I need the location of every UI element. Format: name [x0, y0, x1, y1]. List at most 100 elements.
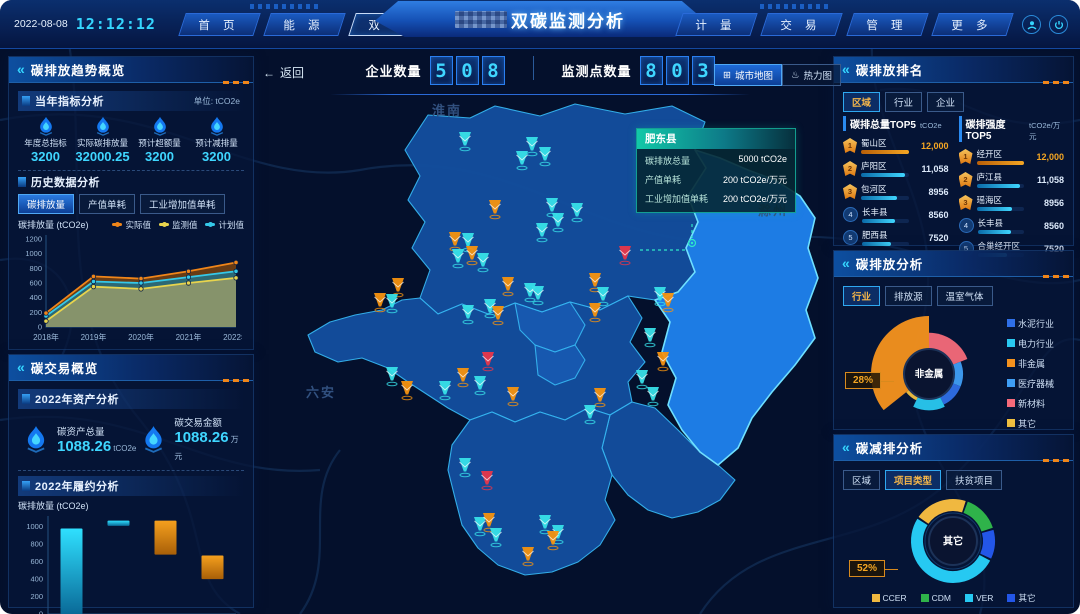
asset-metric-text: 碳交易金额1088.26万元	[174, 415, 244, 463]
legend-marker	[1007, 399, 1015, 407]
map-pin-cyan[interactable]	[386, 367, 398, 386]
nav-item-1[interactable]: 能 源	[263, 13, 346, 36]
ranking-row-mid: 经开区	[977, 148, 1025, 165]
tab-2[interactable]: 扶贫项目	[946, 470, 1002, 490]
emission-callout: 28%	[845, 372, 881, 389]
tab-2[interactable]: 温室气体	[937, 286, 993, 306]
ranking-name: 长丰县	[978, 217, 1025, 229]
legend-label: 其它	[1018, 592, 1035, 604]
censored-logo-block	[455, 11, 507, 28]
map-pin-cyan[interactable]	[644, 328, 656, 347]
legend-marker	[965, 594, 973, 602]
tab-2[interactable]: 工业增加值单耗	[140, 194, 225, 214]
legend-label: 实际值	[125, 219, 151, 231]
svg-text:2018年: 2018年	[33, 332, 59, 342]
ranking-column-header: 碳排总量TOP5tCO2e	[843, 116, 949, 131]
tooltip-row-value: 5000 tCO2e	[738, 154, 787, 167]
tab-0[interactable]: 行业	[843, 286, 880, 306]
ranking-row[interactable]: 2庐江县11,058	[959, 168, 1065, 191]
metric-card: 预计减排量3200	[189, 116, 244, 164]
ranking-row[interactable]: 4长丰县8560	[843, 203, 949, 226]
tab-2[interactable]: 企业	[927, 92, 964, 112]
tab-1[interactable]: 行业	[885, 92, 922, 112]
header-time: 12:12:12	[76, 15, 156, 33]
ranking-row[interactable]: 5肥西县7520	[843, 226, 949, 249]
map-pin-orange[interactable]	[401, 381, 413, 400]
double-chevron-icon: «	[842, 440, 850, 454]
ranking-row-mid: 长丰县	[978, 217, 1025, 234]
power-icon[interactable]	[1049, 15, 1068, 34]
tooltip-row-value: 200 tCO2e/万元	[723, 192, 787, 205]
svg-text:非金属: 非金属	[915, 368, 944, 380]
ranking-title: 碳排强度TOP5	[959, 116, 1026, 142]
tooltip-row: 工业增加值单耗200 tCO2e/万元	[645, 192, 787, 205]
tooltip-row-value: 200 tCO2e/万元	[723, 173, 787, 186]
tab-0[interactable]: 区域	[843, 92, 880, 112]
y-axis-label: 碳排放量 (tCO2e)	[18, 218, 89, 231]
map-pin-cyan[interactable]	[636, 370, 648, 389]
ranking-row[interactable]: 3包河区8956	[843, 180, 949, 203]
ranking-bar	[977, 207, 1013, 211]
reduction-tabs: 区域项目类型扶贫项目	[843, 470, 1064, 490]
ranking-bar	[977, 161, 1025, 165]
asset-metric-unit: tCO2e	[113, 444, 136, 453]
ranking-row[interactable]: 3瑶海区8956	[959, 191, 1065, 214]
ranking-value: 11,058	[913, 164, 949, 174]
ranking-row[interactable]: 2庐阳区11,058	[843, 157, 949, 180]
emission-tabs: 行业排放源温室气体	[843, 286, 1064, 306]
section-bullet-icon	[22, 96, 30, 106]
map-city-label: 六安	[306, 382, 336, 401]
medal-badge-icon: 1	[959, 149, 973, 164]
svg-text:800: 800	[30, 540, 43, 549]
legend-marker	[1007, 339, 1015, 347]
map-mode-heat[interactable]: ♨热力图	[782, 64, 841, 86]
tab-1[interactable]: 项目类型	[885, 470, 941, 490]
nav-item-2[interactable]: 管 理	[846, 13, 929, 36]
history-line-chart: 0200400600800100012002018年2019年2020年2021…	[18, 231, 242, 353]
nav-item-0[interactable]: 首 页	[178, 13, 261, 36]
ranking-row-mid: 庐江县	[977, 171, 1025, 188]
map-mode-city[interactable]: ⊞城市地图	[714, 64, 782, 86]
y-axis-label: 碳排放量 (tCO2e)	[18, 499, 89, 512]
panel-header: « 碳排放趋势概览	[9, 57, 253, 83]
map-pin-orange[interactable]	[392, 278, 404, 297]
tab-1[interactable]: 产值单耗	[79, 194, 135, 214]
map-city-label: 淮南	[432, 100, 462, 119]
legend-item: 计划值	[205, 219, 244, 231]
ranking-row[interactable]: 1经开区12,000	[959, 145, 1065, 168]
district-tooltip: 肥东县 碳排放总量5000 tCO2e产值单耗200 tCO2e/万元工业增加值…	[636, 128, 796, 213]
svg-text:2020年: 2020年	[128, 332, 154, 342]
ranking-row[interactable]: 4长丰县8560	[959, 214, 1065, 237]
ranking-name: 包河区	[861, 183, 909, 195]
nav-item-0[interactable]: 计 量	[675, 13, 758, 36]
double-chevron-icon: «	[17, 62, 25, 76]
line-chart-legend: 实际值监测值计划值	[112, 219, 244, 231]
legend-marker	[112, 223, 122, 226]
map-pin-orange[interactable]	[374, 293, 386, 312]
svg-text:1200: 1200	[25, 235, 42, 244]
ranking-row[interactable]: 1蜀山区12,000	[843, 134, 949, 157]
ranking-unit: tCO2e	[920, 121, 942, 130]
dashboard-root: 淮南六安滁州 2022-08-08 12:12:12 首 页能 源双 碳设 备 …	[0, 0, 1080, 614]
nav-item-3[interactable]: 更 多	[931, 13, 1014, 36]
user-icon[interactable]	[1022, 15, 1041, 34]
metric-value: 3200	[145, 149, 174, 164]
flame-icon	[36, 116, 56, 136]
map-pin-cyan[interactable]	[647, 387, 659, 406]
legend-item: VER	[965, 592, 993, 604]
double-chevron-icon: «	[842, 62, 850, 76]
rank-number-badge: 4	[959, 218, 974, 233]
ranking-bar-track	[977, 161, 1025, 165]
tab-0[interactable]: 区域	[843, 470, 880, 490]
tab-1[interactable]: 排放源	[885, 286, 932, 306]
flame-icon	[207, 116, 227, 136]
ranking-name: 庐江县	[977, 171, 1025, 183]
asset-metric-card: 碳资产总量1088.26tCO2e	[18, 415, 136, 463]
svg-text:0: 0	[38, 323, 42, 332]
ranking-column-header: 碳排强度TOP5tCO2e/万元	[959, 116, 1065, 142]
back-button[interactable]: ← 返回	[263, 64, 304, 81]
tab-0[interactable]: 碳排放量	[18, 194, 74, 214]
nav-item-1[interactable]: 交 易	[761, 13, 844, 36]
flame-icon	[150, 116, 170, 136]
ranking-bar-track	[861, 150, 909, 154]
